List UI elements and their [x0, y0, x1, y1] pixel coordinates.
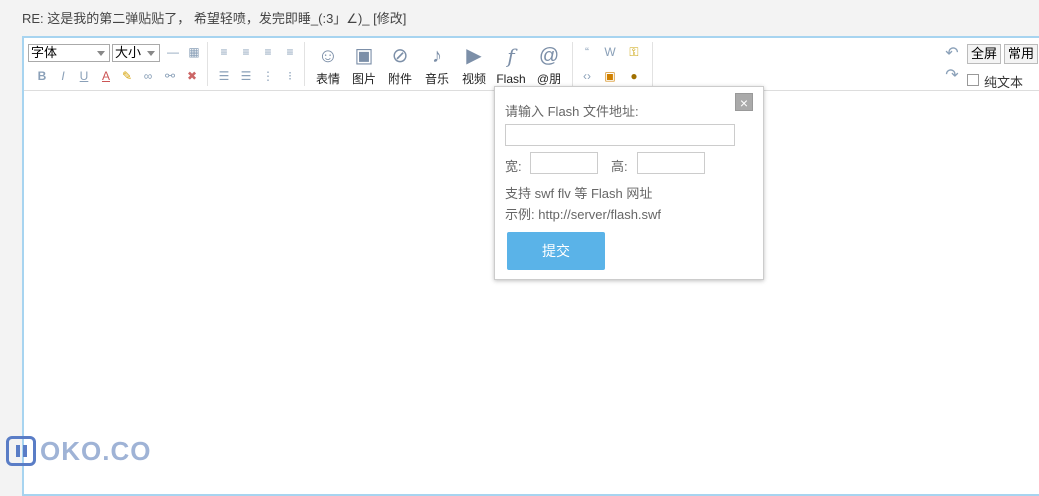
insert-video-button[interactable]: ▶ 视频	[456, 44, 492, 86]
background-icon[interactable]: ●	[626, 68, 642, 84]
at-icon: @	[538, 45, 560, 67]
word-paste-icon[interactable]: W	[602, 44, 618, 60]
quote-icon[interactable]: “	[579, 44, 595, 60]
height-label: 高:	[611, 159, 628, 174]
insert-smiley-label: 表情	[315, 72, 340, 86]
toolbar-separator	[572, 42, 573, 86]
plaintext-label: 纯文本	[984, 75, 1024, 90]
italic-icon[interactable]: I	[55, 68, 71, 84]
flash-example: 示例: http://server/flash.swf	[505, 207, 662, 222]
undo-icon[interactable]: ↶	[944, 46, 960, 62]
insert-flash-button[interactable]: f Flash	[493, 44, 529, 86]
font-select-label: 字体	[31, 45, 58, 60]
bold-icon[interactable]: B	[34, 68, 50, 84]
align-center-icon[interactable]: ≡	[238, 44, 254, 60]
hr-icon[interactable]: —	[165, 44, 181, 60]
unlink-icon[interactable]: ⚯	[162, 68, 178, 84]
font-color-icon[interactable]: A	[98, 68, 114, 84]
close-icon[interactable]: ×	[735, 93, 753, 111]
insert-music-label: 音乐	[424, 72, 449, 86]
chevron-down-icon	[147, 51, 155, 56]
redo-icon[interactable]: ↷	[944, 68, 960, 84]
chevron-down-icon	[97, 51, 105, 56]
mention-friend-label: @朋	[536, 72, 562, 86]
plaintext-checkbox[interactable]	[967, 74, 979, 86]
watermark-logo: OKO.CO	[6, 434, 151, 468]
submit-button[interactable]: 提交	[507, 232, 605, 270]
table-icon[interactable]: ▦	[186, 44, 202, 60]
free-icon[interactable]: ▣	[602, 68, 618, 84]
size-select[interactable]: 大小	[112, 44, 160, 62]
align-justify-icon[interactable]: ≡	[282, 44, 298, 60]
insert-music-button[interactable]: ♪ 音乐	[419, 44, 455, 86]
music-icon: ♪	[432, 45, 442, 67]
code-icon[interactable]: ‹›	[579, 68, 595, 84]
toolbar-separator	[207, 42, 208, 86]
flash-prompt: 请输入 Flash 文件地址:	[505, 104, 639, 119]
smiley-icon: ☺	[317, 45, 339, 67]
font-select[interactable]: 字体	[28, 44, 110, 62]
flash-url-input[interactable]	[505, 124, 735, 146]
logo-icon	[6, 436, 36, 466]
insert-flash-label: Flash	[496, 72, 526, 86]
height-input[interactable]	[637, 152, 705, 174]
insert-video-label: 视频	[461, 72, 486, 86]
insert-attachment-button[interactable]: ⊘ 附件	[382, 44, 418, 86]
ordered-list-icon[interactable]: ⋮	[260, 68, 276, 84]
align-left-icon[interactable]: ≡	[216, 44, 232, 60]
play-icon: ▶	[466, 45, 482, 67]
watermark-text: OKO.CO	[40, 435, 152, 466]
insert-image-button[interactable]: ▣ 图片	[346, 44, 382, 86]
toolbar-separator	[652, 42, 653, 86]
password-key-icon[interactable]: ⚿	[626, 44, 642, 60]
insert-attachment-label: 附件	[387, 72, 412, 86]
post-title-line: RE: 这是我的第二弹贴贴了， 希望轻喷，发完即睡_(:3」∠)_ [修改]	[22, 11, 407, 26]
common-mode-button[interactable]: 常用	[1004, 44, 1039, 64]
insert-image-label: 图片	[351, 72, 376, 86]
flash-dialog: × 请输入 Flash 文件地址: 宽: 高: 支持 swf flv 等 Fla…	[494, 86, 764, 280]
mention-friend-button[interactable]: @ @朋	[531, 44, 567, 86]
toolbar-separator	[304, 42, 305, 86]
align-right-icon[interactable]: ≡	[260, 44, 276, 60]
insert-smiley-button[interactable]: ☺ 表情	[310, 44, 346, 86]
flash-support-note: 支持 swf flv 等 Flash 网址	[505, 186, 653, 201]
highlight-icon[interactable]: ✎	[119, 68, 135, 84]
width-input[interactable]	[530, 152, 598, 174]
editor-toolbar: 字体 大小 — ▦ B I U A ✎ ∞ ⚯ ✖ ≡ ≡ ≡ ≡ ☰ ☰ ⋮ …	[24, 38, 1039, 91]
underline-icon[interactable]: U	[76, 68, 92, 84]
clear-format-icon[interactable]: ✖	[184, 68, 200, 84]
link-icon[interactable]: ∞	[140, 68, 156, 84]
flash-icon: f	[507, 44, 515, 68]
float-right-icon[interactable]: ☰	[238, 68, 254, 84]
size-select-label: 大小	[115, 45, 142, 60]
unordered-list-icon[interactable]: ⁝	[282, 68, 298, 84]
fullscreen-button[interactable]: 全屏	[967, 44, 1002, 64]
image-icon: ▣	[354, 45, 374, 67]
paperclip-icon: ⊘	[391, 45, 409, 67]
width-label: 宽:	[505, 159, 522, 174]
float-left-icon[interactable]: ☰	[216, 68, 232, 84]
